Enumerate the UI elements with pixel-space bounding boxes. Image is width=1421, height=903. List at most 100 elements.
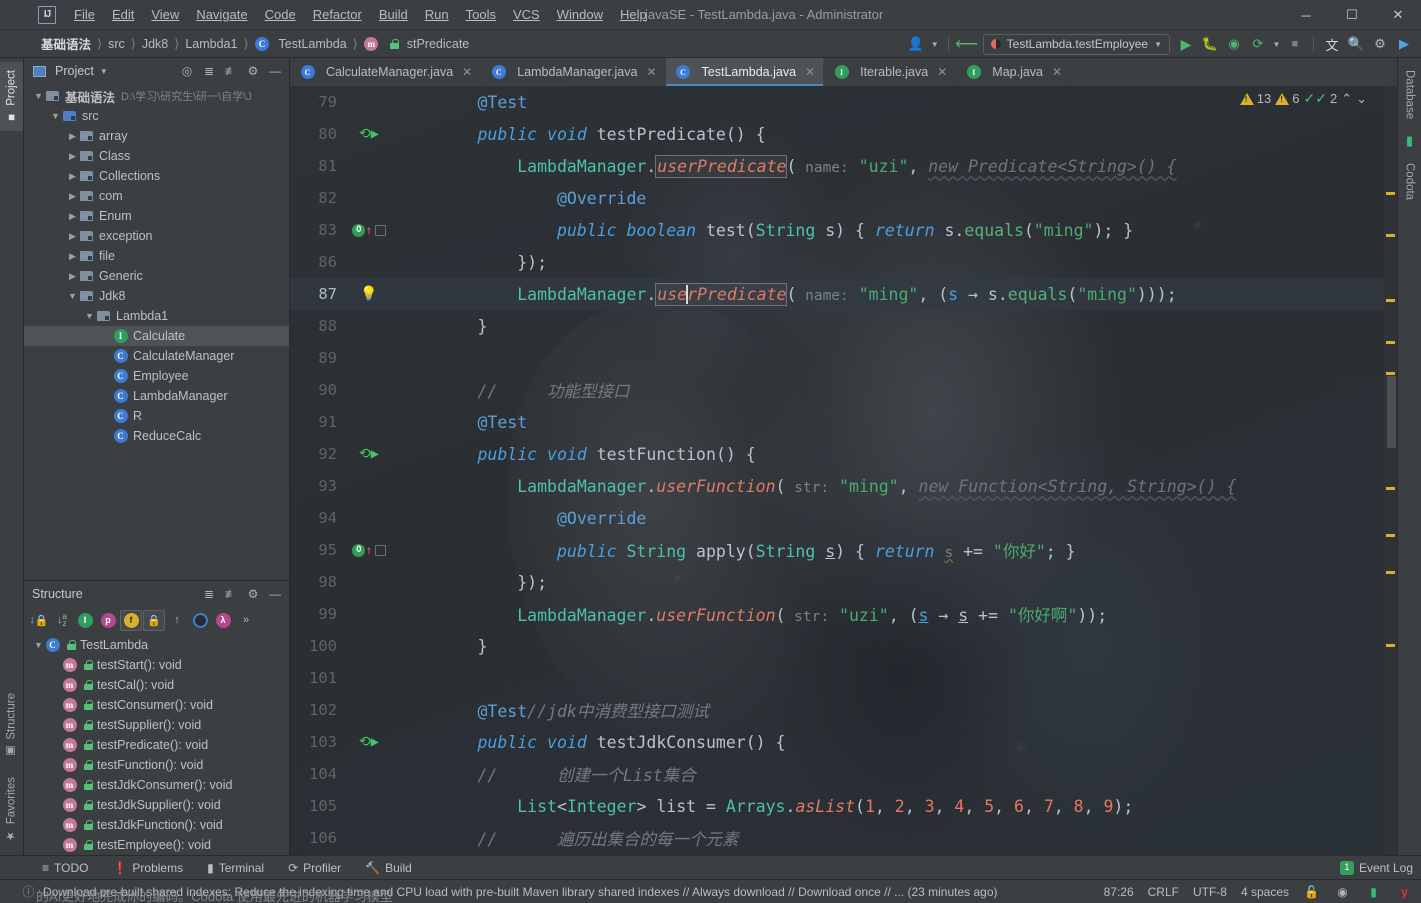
chevron-down-icon[interactable]: ▼ [32,640,45,650]
tool-profiler[interactable]: ⟳ Profiler [284,859,345,877]
show-anonymous-icon[interactable] [189,610,211,631]
project-tree[interactable]: ▼ 基础语法 D:\学习\研究生\研一\自学\J ▼ src ▶ array ▶ Class ▶ C… [24,84,289,580]
structure-member-row[interactable]: m testJdkFunction(): void [24,815,289,835]
editor-tab[interactable]: C TestLambda.java ✕ [665,58,825,86]
sidebar-item-project[interactable]: ■ Project [0,62,23,131]
prev-problem-button[interactable]: ⌃ [1341,91,1352,107]
gutter[interactable]: ⟲▶ [348,734,390,750]
code-line[interactable]: 89 [290,342,1397,374]
code-line[interactable]: 102 @Test//jdk中消费型接口测试 [290,694,1397,726]
chevron-right-icon[interactable]: ▶ [66,231,79,242]
chevron-right-icon[interactable]: ▶ [66,131,79,142]
breadcrumb-item-testlambda[interactable]: C TestLambda [252,34,350,53]
terminal-status-icon[interactable]: ▮ [1365,883,1382,900]
run-configuration-selector[interactable]: TestLambda.testEmployee ▼ [982,33,1170,55]
project-tree-row[interactable]: C LambdaManager [24,386,289,406]
tool-problems[interactable]: ❗ Problems [108,859,187,877]
close-icon[interactable]: ✕ [646,65,656,79]
project-panel-title[interactable]: Project ▼ [32,64,108,79]
project-tree-row[interactable]: ▶ array [24,126,289,146]
code-line[interactable]: 81 LambdaManager.userPredicate( name: "u… [290,150,1397,182]
intention-bulb-icon[interactable]: 💡 [360,286,377,302]
project-tree-row[interactable]: ▶ Collections [24,166,289,186]
project-tree-row[interactable]: ▶ Class [24,146,289,166]
tool-todo[interactable]: ≡ TODO [38,859,92,877]
sidebar-item-favorites[interactable]: ★ Favorites [0,769,23,851]
menu-view[interactable]: View [143,3,187,26]
breadcrumb-item-src[interactable]: src [105,35,128,53]
menu-tools[interactable]: Tools [458,3,504,26]
code-line[interactable]: 83 O ↑ public boolean test(String s) { ret… [290,214,1397,246]
debug-icon[interactable]: 🐛 [1199,33,1221,55]
sort-alphabetically-icon[interactable]: ↓ a z [51,610,73,631]
search-icon[interactable]: 🔍 [1345,33,1367,55]
code-line[interactable]: 86 }); [290,246,1397,278]
translate-icon[interactable]: 文 [1321,33,1343,55]
project-tree-row[interactable]: ▶ exception [24,226,289,246]
structure-member-row[interactable]: m testSupplier(): void [24,715,289,735]
menu-build[interactable]: Build [371,3,416,26]
event-log-button[interactable]: 1 Event Log [1339,860,1413,875]
structure-member-row[interactable]: m testPredicate(): void [24,735,289,755]
sidebar-item-database[interactable]: Database [1401,64,1419,125]
error-stripe[interactable] [1384,86,1397,855]
run-test-gutter-icon[interactable]: ⟲▶ [359,734,379,750]
structure-member-row[interactable]: m testJdkSupplier(): void [24,795,289,815]
fold-marker-icon[interactable] [374,544,386,556]
vcs-update-icon[interactable]: ⟵ [955,33,978,55]
project-tree-row[interactable]: ▼ Lambda1 [24,306,289,326]
yandex-icon[interactable]: y [1396,883,1413,900]
collapse-all-icon[interactable]: ≢ [221,584,241,604]
chevron-right-icon[interactable]: ▶ [66,191,79,202]
code-line[interactable]: 106 // 遍历出集合的每一个元素 [290,822,1397,854]
code-line[interactable]: 101 [290,662,1397,694]
chevron-right-icon[interactable]: ▶ [66,171,79,182]
chevron-down-icon[interactable]: ▼ [100,67,108,76]
project-tree-row[interactable]: C ReduceCalc [24,426,289,446]
sidebar-item-codota[interactable]: Codota [1401,157,1419,206]
gutter[interactable]: ⟲▶ [348,446,390,462]
code-line[interactable]: 82 @Override [290,182,1397,214]
warnings-count[interactable]: 13 [1239,91,1271,106]
tool-terminal[interactable]: ▮ Terminal [203,859,268,877]
run-test-gutter-icon[interactable]: ⟲▶ [359,446,379,462]
code-line[interactable]: 99 LambdaManager.userFunction( str: "uzi… [290,598,1397,630]
code-line[interactable]: 100 } [290,630,1397,662]
user-icon[interactable]: 👤 [905,33,927,55]
settings-gear-icon[interactable]: ⚙ [243,584,263,604]
project-tree-row[interactable]: ▶ com [24,186,289,206]
gutter[interactable]: O ↑ [348,543,390,557]
chevron-down-icon[interactable]: ▼ [66,291,79,301]
chevron-down-icon[interactable]: ▼ [83,311,96,321]
code-content[interactable]: 79 @Test 80 ⟲▶ public void testPredicate()… [290,86,1397,855]
menu-file[interactable]: File [66,3,103,26]
sort-by-visibility-icon[interactable]: ↓ 🔒 [28,610,50,631]
editor-tab[interactable]: I Iterable.java ✕ [824,58,957,86]
gutter[interactable]: 💡 [348,286,390,302]
chevron-down-icon[interactable]: ▼ [929,33,941,55]
chevron-right-icon[interactable]: ▶ [66,271,79,282]
structure-member-row[interactable]: m testFunction(): void [24,755,289,775]
structure-member-row[interactable]: m testConsumer(): void [24,695,289,715]
chevron-down-icon[interactable]: ▼ [1271,33,1282,55]
structure-member-row[interactable]: m testJdkConsumer(): void [24,775,289,795]
project-tree-row[interactable]: CR [24,406,289,426]
menu-refactor[interactable]: Refactor [305,3,370,26]
code-line[interactable]: 80 ⟲▶ public void testPredicate() { [290,118,1397,150]
editor-tab[interactable]: C CalculateManager.java ✕ [290,58,482,86]
chevron-right-icon[interactable]: ▶ [66,251,79,262]
breadcrumb-item-method[interactable]: m stPredicate [361,34,473,53]
structure-root-row[interactable]: ▼ C TestLambda [24,635,289,655]
code-line[interactable]: 105 List<Integer> list = Arrays.asList(1… [290,790,1397,822]
close-icon[interactable]: ✕ [1052,65,1062,79]
structure-member-row[interactable]: m testEmployee(): void [24,835,289,855]
code-line[interactable]: 88 } [290,310,1397,342]
project-tree-row[interactable]: C Employee [24,366,289,386]
project-tree-row[interactable]: ▼ src [24,106,289,126]
project-tree-row[interactable]: C CalculateManager [24,346,289,366]
tool-build[interactable]: 🔨 Build [361,859,416,877]
inspection-widget[interactable]: 13 6 ✓✓ 2 ⌃ ⌄ [1239,90,1367,107]
editor-tab[interactable]: I Map.java ✕ [956,58,1072,86]
chevron-right-icon[interactable]: ▶ [66,151,79,162]
show-non-public-icon[interactable]: 🔒 [143,609,165,631]
